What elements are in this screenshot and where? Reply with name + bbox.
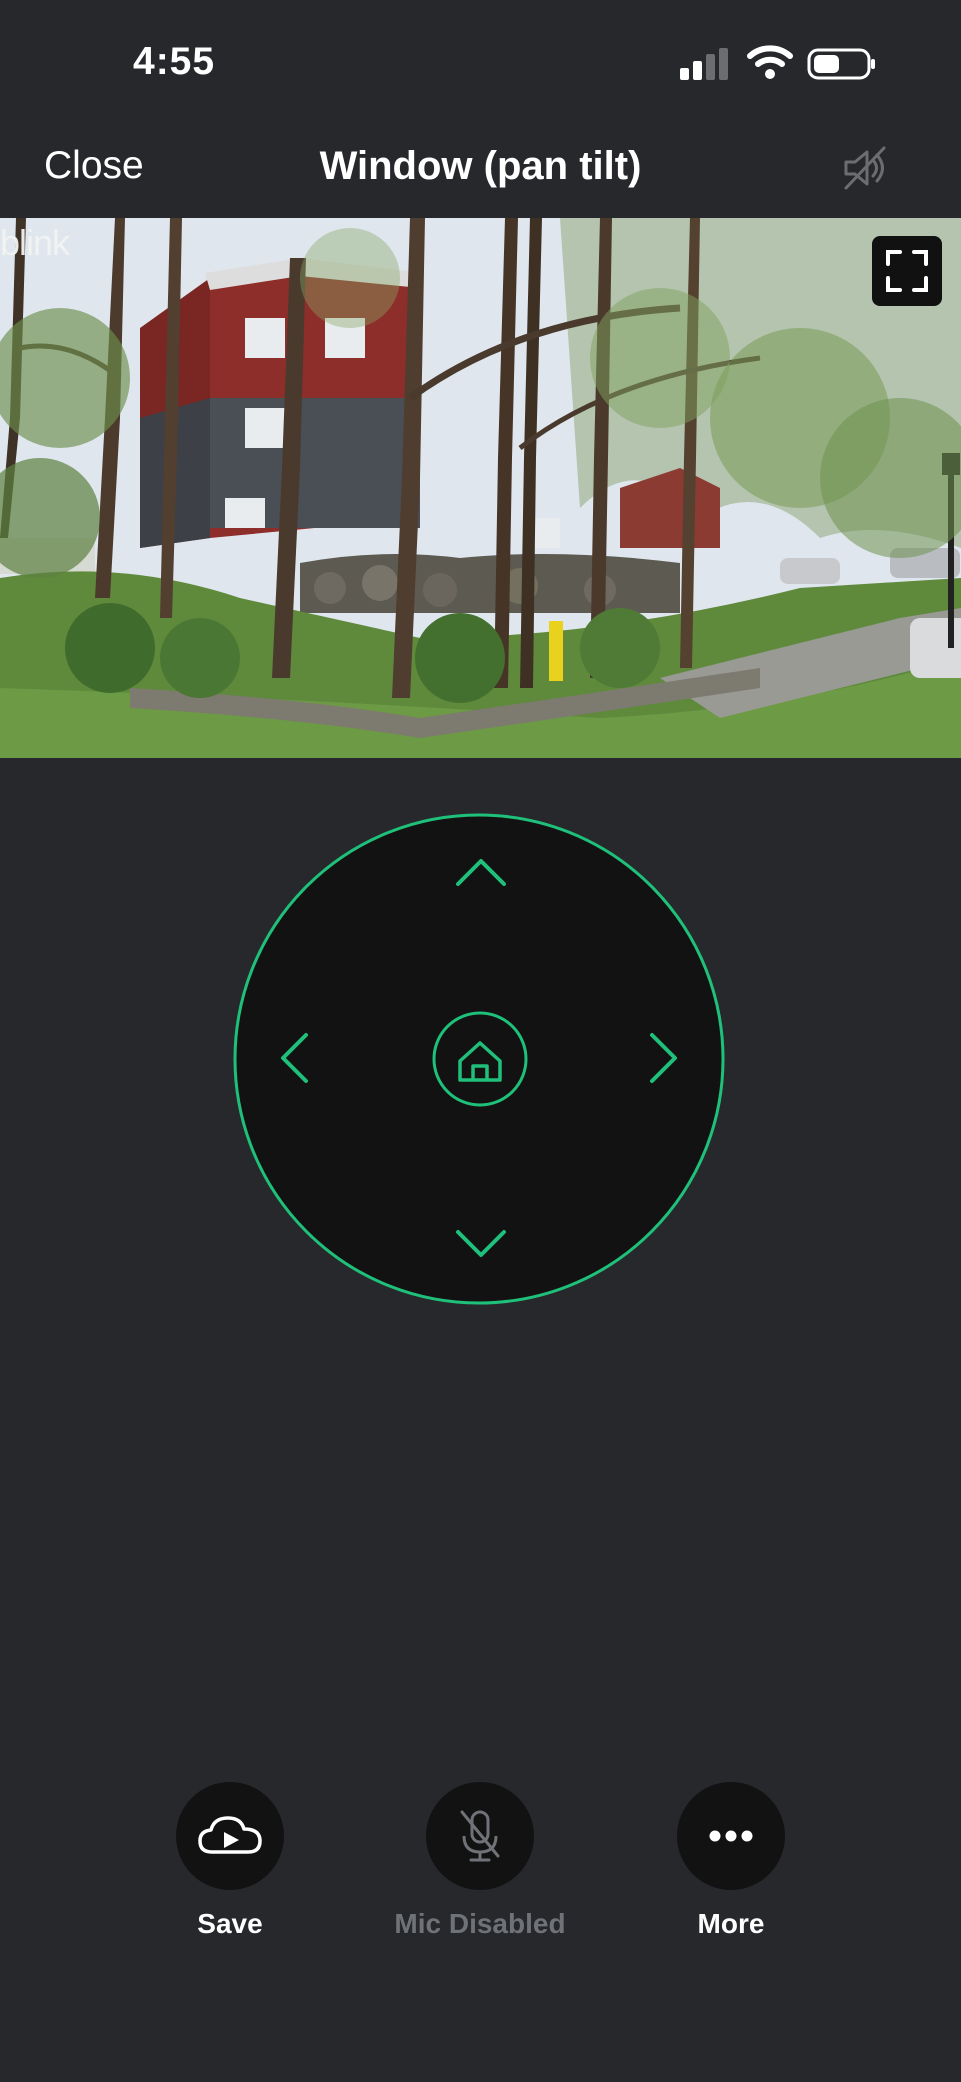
page-title: Window (pan tilt): [319, 144, 642, 188]
pan-tilt-joystick: [233, 813, 725, 1305]
microphone-off-icon: [460, 1810, 500, 1862]
speaker-muted-icon[interactable]: [838, 140, 894, 196]
cellular-signal-icon: [680, 48, 728, 80]
status-time: 4:55: [133, 40, 216, 83]
more-dots-icon: [709, 1830, 753, 1842]
fullscreen-button[interactable]: [872, 236, 942, 306]
home-position-button[interactable]: [432, 1011, 528, 1107]
cloud-play-icon: [198, 1816, 262, 1854]
tilt-down-button[interactable]: [429, 1203, 529, 1273]
fullscreen-icon: [886, 250, 928, 292]
video-watermark: blink: [0, 222, 70, 263]
more-button[interactable]: [677, 1782, 785, 1890]
camera-view-image: [0, 218, 961, 758]
battery-icon: [807, 48, 875, 80]
pan-left-button[interactable]: [253, 1009, 323, 1109]
live-video-feed[interactable]: blink: [0, 218, 961, 758]
save-button[interactable]: [176, 1782, 284, 1890]
more-label: More: [697, 1908, 765, 1939]
nav-bar: Close Window (pan tilt): [0, 130, 961, 218]
tilt-up-button[interactable]: [429, 843, 529, 913]
pan-right-button[interactable]: [635, 1009, 705, 1109]
status-bar: 4:55: [0, 0, 961, 130]
close-button[interactable]: Close: [44, 144, 144, 188]
mic-disabled-label: Mic Disabled: [394, 1908, 566, 1939]
mic-disabled-button[interactable]: [426, 1782, 534, 1890]
wifi-icon: [747, 45, 793, 79]
save-label: Save: [197, 1908, 263, 1939]
